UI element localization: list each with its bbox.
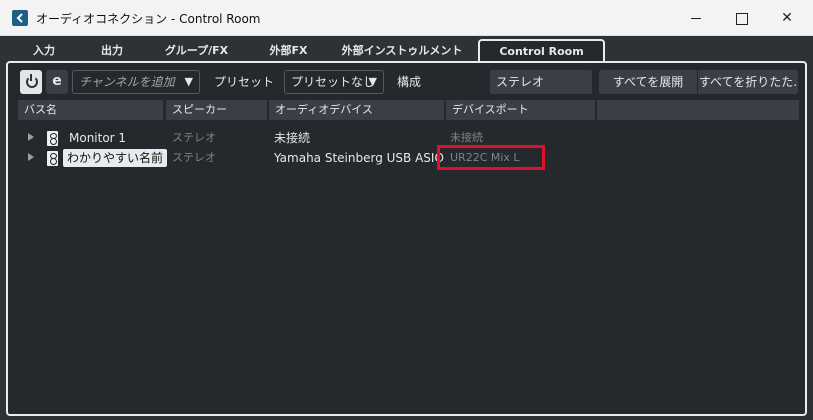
- preset-dropdown[interactable]: プリセットなし ▼: [284, 70, 384, 94]
- speaker-icon: [47, 131, 58, 146]
- config-selector[interactable]: ステレオ: [490, 70, 592, 94]
- tab-input[interactable]: 入力: [6, 40, 82, 61]
- title-bar: オーディオコネクション - Control Room ✕: [0, 0, 813, 36]
- app-area: 入力 出力 グループ/FX 外部FX 外部インストゥルメント Control R…: [0, 36, 813, 420]
- expand-arrow-icon[interactable]: [28, 153, 34, 161]
- table-header: バス名 スピーカー オーディオデバイス デバイスポート: [18, 100, 799, 120]
- e-icon[interactable]: e: [46, 70, 68, 94]
- collapse-all-button[interactable]: すべてを折りたた.: [698, 70, 798, 94]
- audio-device[interactable]: 未接続: [274, 129, 310, 147]
- window-title: オーディオコネクション - Control Room: [36, 12, 261, 26]
- speaker-icon: [47, 151, 58, 166]
- power-icon[interactable]: [20, 70, 42, 94]
- config-label: 構成: [397, 75, 422, 89]
- column-device-port[interactable]: デバイスポート: [446, 100, 595, 120]
- close-button[interactable]: ✕: [764, 0, 810, 36]
- column-speaker[interactable]: スピーカー: [166, 100, 267, 120]
- audio-device[interactable]: Yamaha Steinberg USB ASIO: [274, 149, 444, 167]
- add-channel-label: チャンネルを追加: [79, 75, 175, 89]
- table-row[interactable]: わかりやすい名前 ステレオ Yamaha Steinberg USB ASIO …: [18, 149, 799, 167]
- control-room-panel: e チャンネルを追加 ▼ プリセット プリセットなし ▼ 構成 ステレオ すべて…: [6, 61, 807, 416]
- expand-arrow-icon[interactable]: [28, 133, 34, 141]
- preset-value: プリセットなし: [291, 75, 376, 89]
- speaker-config: ステレオ: [172, 131, 216, 144]
- tab-external-fx[interactable]: 外部FX: [251, 40, 326, 61]
- expand-all-button[interactable]: すべてを展開: [599, 70, 697, 94]
- preset-label: プリセット: [214, 75, 275, 89]
- column-bus-name[interactable]: バス名: [18, 100, 163, 120]
- chevron-down-icon: ▼: [184, 75, 193, 88]
- add-channel-dropdown[interactable]: チャンネルを追加 ▼: [72, 70, 200, 94]
- maximize-button[interactable]: [718, 0, 764, 36]
- highlight-box: [437, 145, 545, 170]
- app-icon: [12, 10, 28, 26]
- table-row[interactable]: Monitor 1 ステレオ 未接続 未接続: [18, 129, 799, 147]
- bus-name[interactable]: Monitor 1: [69, 129, 126, 147]
- chevron-down-icon: ▼: [368, 75, 377, 88]
- tab-output[interactable]: 出力: [82, 40, 142, 61]
- minimize-button[interactable]: [673, 0, 719, 36]
- tab-group-fx[interactable]: グループ/FX: [143, 40, 250, 61]
- bus-name-edit-field[interactable]: わかりやすい名前: [63, 149, 168, 167]
- tab-control-room[interactable]: Control Room: [478, 39, 605, 63]
- column-audio-device[interactable]: オーディオデバイス: [269, 100, 444, 120]
- speaker-config: ステレオ: [172, 151, 216, 164]
- column-empty: [597, 100, 799, 120]
- tab-bar: 入力 出力 グループ/FX 外部FX 外部インストゥルメント Control R…: [6, 39, 810, 63]
- tab-external-instrument[interactable]: 外部インストゥルメント: [327, 40, 477, 61]
